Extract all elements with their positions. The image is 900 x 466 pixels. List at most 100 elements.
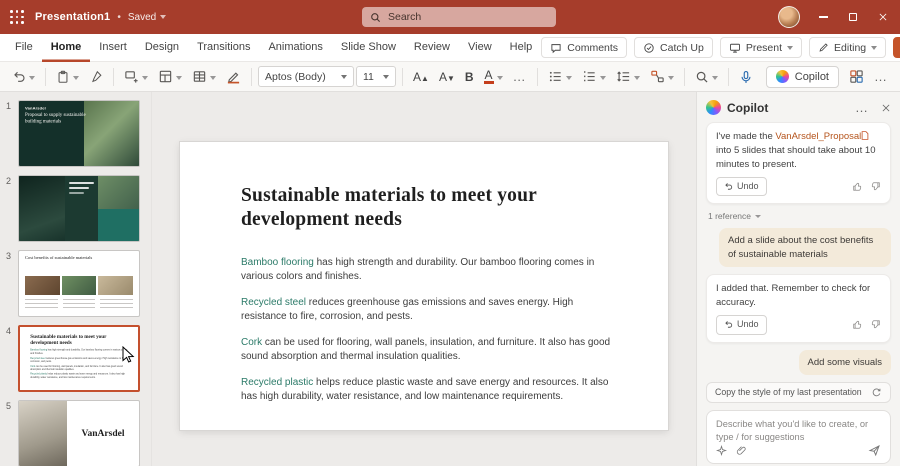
copilot-close-button[interactable] [881, 103, 891, 113]
copilot-ribbon-button[interactable]: Copilot [766, 66, 839, 88]
file-link[interactable]: VanArsdel_Proposal [775, 131, 861, 142]
present-button[interactable]: Present [720, 37, 802, 58]
format-painter-button[interactable] [85, 67, 107, 87]
numbered-list-button[interactable] [578, 66, 610, 87]
font-color-button[interactable]: A [480, 66, 507, 87]
slide-paragraph[interactable]: Bamboo flooring has high strength and du… [241, 256, 616, 285]
menu-help[interactable]: Help [501, 34, 542, 62]
thumbs-up-icon[interactable] [852, 181, 863, 192]
minimize-button[interactable] [816, 10, 830, 24]
font-name-combo[interactable]: Aptos (Body) [258, 66, 354, 87]
thumb3-photo [98, 276, 133, 295]
slide-paragraph[interactable]: Recycled steel reduces greenhouse gas em… [241, 296, 616, 325]
ribbon-more-button[interactable]: … [870, 70, 892, 84]
menu-insert[interactable]: Insert [90, 34, 136, 62]
menu-slide-show[interactable]: Slide Show [332, 34, 405, 62]
comments-button[interactable]: Comments [541, 37, 627, 58]
menu-view[interactable]: View [459, 34, 501, 62]
share-button[interactable]: Share [893, 37, 900, 58]
prompt-ideas-icon[interactable] [716, 445, 727, 456]
user-message: Add a slide about the cost benefits of s… [719, 228, 891, 267]
maximize-button[interactable] [846, 10, 860, 24]
clipboard-icon [56, 70, 70, 84]
chevron-down-icon [566, 76, 572, 80]
shape-fill-button[interactable] [222, 66, 245, 87]
undo-icon [724, 182, 733, 191]
undo-button[interactable]: Undo [716, 315, 767, 334]
chevron-down-icon [600, 76, 606, 80]
thumbs-down-icon[interactable] [870, 181, 881, 192]
current-slide[interactable]: Sustainable materials to meet your devel… [180, 142, 668, 430]
catch-up-button[interactable]: Catch Up [634, 37, 713, 58]
slide-paragraph[interactable]: Recycled plastic helps reduce plastic wa… [241, 376, 616, 405]
menu-design[interactable]: Design [136, 34, 188, 62]
format-painter-icon [89, 70, 103, 84]
font-size-combo[interactable]: 11 [356, 66, 396, 87]
paste-button[interactable] [52, 67, 83, 87]
menu-animations[interactable]: Animations [259, 34, 331, 62]
send-icon[interactable] [868, 444, 881, 457]
menu-file[interactable]: File [6, 34, 42, 62]
attach-icon[interactable] [736, 445, 747, 456]
ribbon-divider [402, 68, 403, 86]
designer-button[interactable] [845, 66, 868, 87]
undo-button[interactable] [8, 67, 39, 87]
slide-thumbnail-2[interactable] [18, 175, 140, 242]
more-font-options-button[interactable]: … [509, 70, 531, 84]
slide-thumbnail-1[interactable]: VanArsdel Proposal to supply sustainable… [18, 100, 140, 167]
thumb5-brand: VanArsdel [67, 401, 139, 466]
thumb4-title: Sustainable materials to meet your devel… [30, 333, 129, 345]
menu-transitions[interactable]: Transitions [188, 34, 259, 62]
new-slide-button[interactable] [120, 66, 152, 87]
thumbs-down-icon[interactable] [870, 319, 881, 330]
grow-font-button[interactable]: A▲ [409, 68, 433, 86]
more-icon: … [513, 73, 527, 81]
menu-home[interactable]: Home [42, 34, 91, 62]
document-title[interactable]: Presentation1 [35, 11, 110, 23]
line-spacing-icon [616, 69, 631, 84]
ribbon-divider [251, 68, 252, 86]
chevron-down-icon [341, 75, 347, 79]
chevron-down-icon [160, 15, 166, 19]
find-button[interactable] [691, 67, 722, 87]
menubar: File Home Insert Design Transitions Anim… [0, 34, 900, 62]
line-spacing-button[interactable] [612, 66, 644, 87]
menubar-right: Comments Catch Up Present Editing Share [541, 37, 900, 58]
thumbs-up-icon[interactable] [852, 319, 863, 330]
menu-review[interactable]: Review [405, 34, 459, 62]
close-button[interactable] [876, 10, 890, 24]
close-icon [878, 12, 888, 22]
suggestion-chip[interactable]: Copy the style of my last presentation [706, 382, 891, 403]
reference-toggle[interactable]: 1 reference [706, 211, 891, 221]
thumb3-title: Cost benefits of sustainable materials [25, 255, 133, 260]
present-icon [729, 42, 741, 54]
search-icon [370, 12, 381, 23]
copilot-prompt-input[interactable]: Describe what you'd like to create, or t… [706, 410, 891, 464]
chevron-down-icon [383, 75, 389, 79]
editing-mode-button[interactable]: Editing [809, 37, 886, 58]
slide-thumbnail-5[interactable]: VanArsdel [18, 400, 140, 466]
smartart-button[interactable] [646, 66, 678, 87]
chevron-down-icon [176, 76, 182, 80]
dictate-button[interactable] [735, 67, 757, 87]
table-button[interactable] [188, 66, 220, 87]
slide-title[interactable]: Sustainable materials to meet your devel… [241, 184, 571, 232]
new-slide-icon [124, 69, 139, 84]
copilot-more-button[interactable]: … [855, 104, 869, 112]
app-launcher-icon[interactable] [10, 10, 24, 24]
slide-thumbnail-4-selected[interactable]: Sustainable materials to meet your devel… [18, 325, 140, 392]
bold-button[interactable]: B [461, 68, 478, 86]
slide-paragraph[interactable]: Cork can be used for flooring, wall pane… [241, 336, 616, 365]
slide-canvas[interactable]: Sustainable materials to meet your devel… [152, 92, 696, 466]
save-status[interactable]: Saved [128, 12, 166, 23]
undo-icon [12, 70, 26, 84]
search-input[interactable]: Search [362, 7, 556, 27]
search-placeholder: Search [388, 11, 421, 23]
undo-button[interactable]: Undo [716, 177, 767, 196]
shrink-font-button[interactable]: A▼ [435, 68, 459, 86]
slide-thumbnail-panel[interactable]: 1 VanArsdel Proposal to supply sustainab… [0, 92, 152, 466]
slide-thumbnail-3[interactable]: Cost benefits of sustainable materials [18, 250, 140, 317]
bullet-list-button[interactable] [544, 66, 576, 87]
user-avatar[interactable] [778, 6, 800, 28]
layout-button[interactable] [154, 66, 186, 87]
